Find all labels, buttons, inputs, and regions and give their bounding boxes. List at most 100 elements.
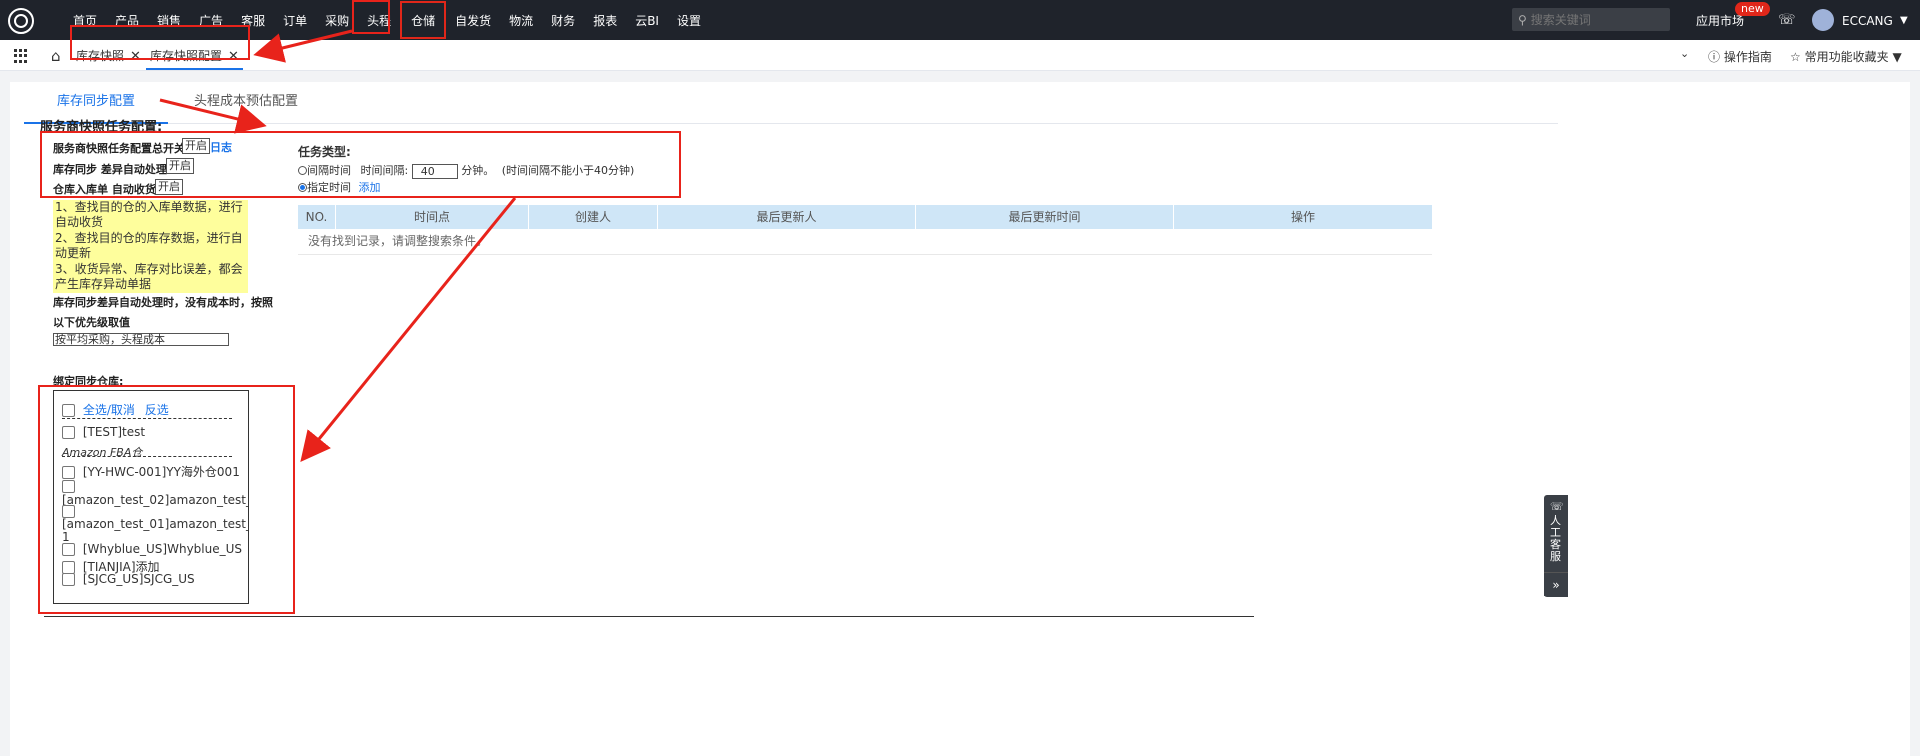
tab-bar: ⌂ 库存快照 ✕ 库存快照配置 ✕ ⌄ ⓘ 操作指南 ☆ 常用功能收藏夹 ▼ <box>0 40 1920 71</box>
user-name[interactable]: ECCANG <box>1842 0 1893 42</box>
warehouse-item: [amazon_test_01]amazon_test_01-1 <box>62 505 248 544</box>
subtab-bar: 库存同步配置 头程成本预估配置 <box>24 82 1558 124</box>
app-logo-icon[interactable] <box>8 8 34 34</box>
warehouse-list[interactable]: 全选/取消 反选 [TEST]test Amazon FBA仓 [YY-HWC-… <box>53 390 249 604</box>
warehouse-item: [amazon_test_02]amazon_test_02 <box>62 479 248 507</box>
home-icon[interactable]: ⌂ <box>51 47 61 65</box>
note-line: 3、收货异常、库存对比误差，都会产生库存异动单据 <box>55 262 243 291</box>
help-icon: ⓘ <box>1708 50 1721 64</box>
column-header: 最后更新时间 <box>916 205 1174 229</box>
subtab-firstleg-cost[interactable]: 头程成本预估配置 <box>194 82 298 124</box>
column-header: 操作 <box>1290 210 1315 224</box>
interval-label: 间隔时间 <box>307 164 351 177</box>
fixed-radio[interactable] <box>298 182 307 192</box>
master-switch[interactable]: 开启 <box>182 138 210 154</box>
app-grid-icon[interactable] <box>14 49 28 63</box>
table-header: NO. 时间点 创建人 最后更新人 最后更新时间 操作 <box>298 205 1432 229</box>
nav-item-product[interactable]: 产品 <box>106 0 148 40</box>
empty-message: 没有找到记录，请调整搜索条件。 <box>298 229 1432 255</box>
divider <box>62 418 232 419</box>
group-label: Amazon FBA仓 <box>62 446 143 459</box>
close-icon[interactable]: ✕ <box>130 49 141 64</box>
info-note: 1、查找目的仓的入库单数据，进行自动收货 2、查找目的仓的库存数据，进行自动更新… <box>53 200 248 293</box>
note-line: 1、查找目的仓的入库单数据，进行自动收货 <box>55 200 243 229</box>
nav-item-settings[interactable]: 设置 <box>668 0 710 40</box>
star-icon: ☆ <box>1790 50 1801 64</box>
nav-item-finance[interactable]: 财务 <box>542 0 584 40</box>
caret-down-icon: ▼ <box>1892 50 1902 64</box>
nav-item-logistics[interactable]: 物流 <box>500 0 542 40</box>
nav-item-warehouse[interactable]: 仓储 <box>400 1 447 39</box>
search-input[interactable] <box>1530 12 1661 27</box>
nav-item-service[interactable]: 客服 <box>232 0 274 40</box>
master-switch-label: 服务商快照任务配置总开关: <box>53 142 190 155</box>
warehouse-label: [amazon_test_01]amazon_test_01-1 <box>62 517 248 544</box>
favorites-label: 常用功能收藏夹 <box>1804 50 1889 64</box>
interval-hint: (时间间隔不能小于40分钟) <box>501 164 635 177</box>
nav-item-home[interactable]: 首页 <box>64 0 106 40</box>
tab-inventory-snapshot-config[interactable]: 库存快照配置 ✕ <box>146 44 243 70</box>
warehouse-checkbox[interactable] <box>62 480 75 493</box>
warehouse-checkbox[interactable] <box>62 426 75 439</box>
bind-warehouse-label: 绑定同步仓库: <box>53 375 124 388</box>
nav-item-selfship[interactable]: 自发货 <box>446 0 500 40</box>
section-title: 服务商快照任务配置: <box>40 120 163 135</box>
chevron-down-icon[interactable]: ⌄ <box>1680 47 1689 60</box>
tab-label: 库存快照 <box>76 49 125 63</box>
nav-item-orders[interactable]: 订单 <box>274 0 316 40</box>
task-type-title: 任务类型: <box>298 145 351 159</box>
tab-label: 库存快照配置 <box>150 49 223 63</box>
interval-field-label: 时间间隔: <box>360 164 409 177</box>
warehouse-checkbox[interactable] <box>62 573 75 586</box>
guide-label: 操作指南 <box>1723 50 1772 64</box>
main-panel <box>10 82 1910 756</box>
cost-rule-text-2: 以下优先级取值 <box>53 316 130 329</box>
warehouse-label: [TEST]test <box>82 425 146 439</box>
avatar[interactable] <box>1812 9 1834 31</box>
chevron-down-icon[interactable]: ▼ <box>1900 0 1908 42</box>
select-all-link[interactable]: 全选/取消 <box>83 403 135 417</box>
column-header: 最后更新人 <box>658 205 916 229</box>
warehouse-item: [TEST]test <box>62 425 145 439</box>
cost-priority-field[interactable]: 按平均采购，头程成本 <box>53 333 229 346</box>
interval-radio[interactable] <box>298 165 307 175</box>
interval-option: 间隔时间 时间间隔: 40 分钟。 (时间间隔不能小于40分钟) <box>298 162 634 179</box>
close-icon[interactable]: ✕ <box>228 49 239 64</box>
global-search[interactable]: ⚲ <box>1512 8 1670 31</box>
warehouse-item: [YY-HWC-001]YY海外仓001 <box>62 463 240 480</box>
headset-icon: ☏ <box>1550 500 1564 513</box>
operation-guide-link[interactable]: ⓘ 操作指南 <box>1708 48 1772 65</box>
collapse-icon[interactable]: » <box>1544 572 1568 596</box>
diff-auto-label: 库存同步 差异自动处理: <box>53 163 172 176</box>
tab-inventory-snapshot[interactable]: 库存快照 ✕ <box>72 44 145 70</box>
nav-item-purchase[interactable]: 采购 <box>316 0 358 40</box>
nav-item-cloudbi[interactable]: 云BI <box>626 0 668 40</box>
auto-receive-switch[interactable]: 开启 <box>155 179 183 195</box>
favorites-menu[interactable]: ☆ 常用功能收藏夹 ▼ <box>1790 48 1902 65</box>
warehouse-item: [SJCG_US]SJCG_US <box>62 572 195 586</box>
diff-auto-switch[interactable]: 开启 <box>166 158 194 174</box>
divider <box>62 456 232 457</box>
cost-rule-text: 库存同步差异自动处理时，没有成本时，按照 <box>53 296 273 309</box>
top-nav: 首页 产品 销售 广告 客服 订单 采购 头程 仓储 自发货 物流 财务 报表 … <box>0 0 1920 40</box>
nav-item-reports[interactable]: 报表 <box>584 0 626 40</box>
nav-item-ads[interactable]: 广告 <box>190 0 232 40</box>
warehouse-checkbox[interactable] <box>62 543 75 556</box>
invert-link[interactable]: 反选 <box>145 403 169 417</box>
nav-item-firstleg[interactable]: 头程 <box>358 0 400 40</box>
note-line: 2、查找目的仓的库存数据，进行自动更新 <box>55 231 243 260</box>
auto-receive-label: 仓库入库单 自动收货: <box>53 183 161 196</box>
warehouse-label: [Whyblue_US]Whyblue_US <box>82 542 243 556</box>
headset-icon[interactable]: ☏ <box>1778 12 1796 28</box>
new-badge: new <box>1735 2 1770 16</box>
select-all-checkbox[interactable] <box>62 404 75 417</box>
select-all-row: 全选/取消 反选 <box>62 401 169 418</box>
warehouse-checkbox[interactable] <box>62 466 75 479</box>
log-link[interactable]: 日志 <box>210 139 232 155</box>
nav-item-sales[interactable]: 销售 <box>148 0 190 40</box>
interval-unit: 分钟。 <box>461 164 495 177</box>
add-time-link[interactable]: 添加 <box>359 181 381 194</box>
fixed-label: 指定时间 <box>307 181 351 194</box>
interval-input[interactable]: 40 <box>411 163 458 179</box>
column-header: NO. <box>298 205 336 229</box>
